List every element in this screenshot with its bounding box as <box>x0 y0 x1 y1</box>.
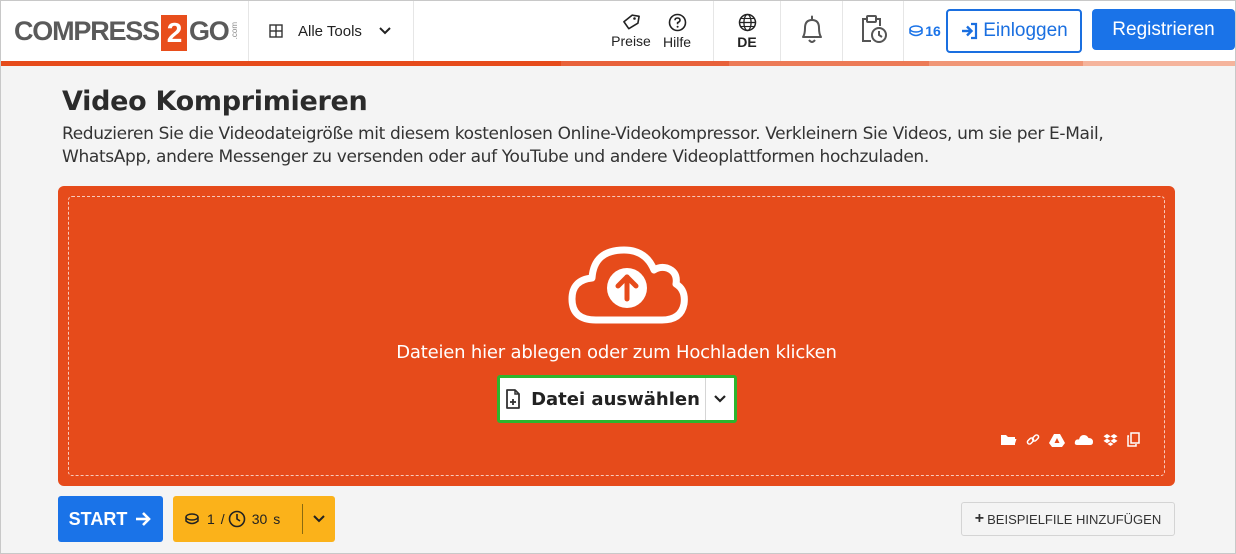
login-button[interactable]: Einloggen <box>946 9 1082 53</box>
google-drive-icon[interactable] <box>1049 433 1065 447</box>
register-label: Registrieren <box>1112 18 1215 40</box>
dropzone-instruction: Dateien hier ablegen oder zum Hochladen … <box>396 342 837 363</box>
chevron-down-icon <box>313 515 325 523</box>
logo-text-two: 2 <box>160 15 187 51</box>
clipboard-icon[interactable] <box>1127 432 1140 447</box>
folder-icon[interactable] <box>1000 433 1017 446</box>
cost-separator: / <box>220 511 225 527</box>
dropzone-border: Dateien hier ablegen oder zum Hochladen … <box>68 196 1165 476</box>
bell-icon <box>801 15 822 43</box>
chevron-down-icon <box>714 395 726 403</box>
logo[interactable]: COMPRESS 2 GO .com <box>1 1 249 61</box>
arrow-right-icon <box>136 512 152 526</box>
sample-file-label: Beispielfile hinzufügen <box>987 511 1162 527</box>
cloud-upload-icon <box>568 246 688 324</box>
choose-file-button[interactable]: Datei auswählen <box>500 378 706 420</box>
prices-label: Preise <box>611 33 651 49</box>
dropbox-icon[interactable] <box>1103 433 1118 447</box>
clock-icon <box>228 510 245 528</box>
conversion-cost-info: 1 / 30 s <box>173 504 303 534</box>
start-button[interactable]: START <box>58 496 163 542</box>
time-cost-value: 30 <box>251 511 268 527</box>
choose-file-label: Datei auswählen <box>531 388 700 410</box>
globe-icon <box>738 13 756 31</box>
choose-file-dropdown-toggle[interactable] <box>706 378 734 420</box>
coins-icon <box>185 513 199 525</box>
chevron-down-icon <box>379 27 391 35</box>
start-label: START <box>68 508 128 529</box>
help-link[interactable]: Hilfe <box>655 1 699 61</box>
time-cost-unit: s <box>273 511 281 527</box>
notifications-button[interactable] <box>781 1 843 61</box>
logo-text-compress: COMPRESS <box>14 15 160 46</box>
logo-text-go: GO <box>188 15 230 46</box>
prices-link[interactable]: Preise <box>609 1 653 61</box>
link-icon[interactable] <box>1026 433 1040 447</box>
login-label: Einloggen <box>983 20 1068 41</box>
page-title: Video Komprimieren <box>62 86 368 117</box>
history-button[interactable] <box>843 1 904 61</box>
onedrive-icon[interactable] <box>1074 434 1094 446</box>
sign-in-icon <box>962 22 978 40</box>
grid-icon <box>269 24 283 38</box>
clipboard-clock-icon <box>862 15 887 43</box>
language-label: DE <box>737 33 757 50</box>
all-tools-label: Alle Tools <box>298 22 362 40</box>
header-accent-stripe <box>1 61 1235 66</box>
language-selector[interactable]: DE <box>713 1 781 61</box>
logo-text-com: .com <box>229 22 239 40</box>
add-sample-file-button[interactable]: + Beispielfile hinzufügen <box>961 502 1175 536</box>
file-plus-icon <box>506 389 520 409</box>
tag-icon <box>623 14 640 30</box>
upload-source-icons <box>1000 432 1140 447</box>
upload-dropzone[interactable]: Dateien hier ablegen oder zum Hochladen … <box>58 186 1175 486</box>
register-button[interactable]: Registrieren <box>1092 9 1235 50</box>
credits-counter[interactable]: 16 <box>904 1 946 61</box>
page-description: Reduzieren Sie die Videodateigröße mit d… <box>62 124 1104 167</box>
all-tools-dropdown[interactable]: Alle Tools <box>249 1 414 61</box>
credits-value: 16 <box>925 23 941 39</box>
choose-file-group: Datei auswählen <box>497 375 737 423</box>
credit-cost-value: 1 <box>207 511 215 527</box>
conversion-cost-dropdown[interactable]: 1 / 30 s <box>173 496 335 542</box>
help-label: Hilfe <box>662 33 691 50</box>
cost-dropdown-toggle[interactable] <box>303 514 335 524</box>
coins-icon <box>909 25 923 37</box>
top-navbar: COMPRESS 2 GO .com Alle Tools Preise Hil… <box>1 1 1235 61</box>
question-circle-icon <box>668 13 686 31</box>
plus-icon: + <box>974 510 985 527</box>
